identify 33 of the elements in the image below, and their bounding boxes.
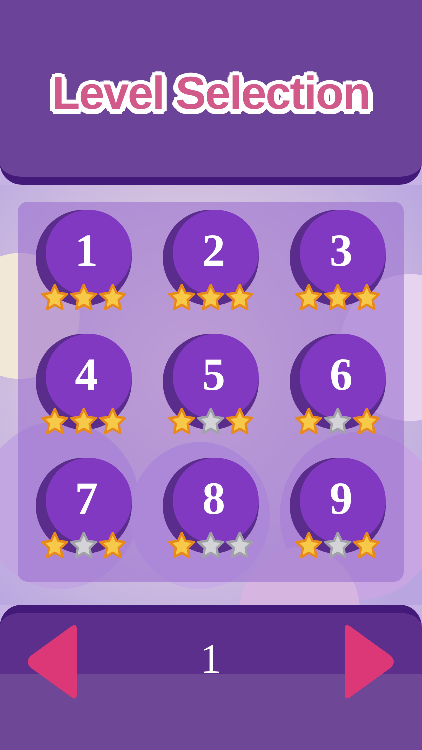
star-icon xyxy=(196,408,225,435)
star-icon xyxy=(98,532,127,559)
star-icon xyxy=(196,284,225,311)
star-icon xyxy=(353,532,382,559)
star-icon xyxy=(168,284,196,311)
star-icon xyxy=(353,408,382,435)
star-icon xyxy=(226,284,254,311)
previous-button[interactable] xyxy=(27,623,79,701)
star-icon xyxy=(70,408,98,435)
next-button[interactable] xyxy=(343,623,395,701)
star-icon xyxy=(324,532,352,559)
star-icon xyxy=(295,284,324,311)
star-icon xyxy=(168,532,196,559)
star-icon xyxy=(295,532,324,559)
star-icon xyxy=(226,408,254,435)
star-icon xyxy=(353,284,382,311)
page-number: 1 xyxy=(200,636,222,681)
star-icon xyxy=(70,284,98,311)
star-icon xyxy=(226,532,254,559)
star-icon xyxy=(40,284,69,311)
star-icon xyxy=(40,408,69,435)
star-icon xyxy=(196,532,225,559)
star-icon xyxy=(70,532,98,559)
star-icon xyxy=(324,284,352,311)
star-icon xyxy=(40,532,69,559)
star-icon xyxy=(295,408,324,435)
right-arrow-icon xyxy=(343,623,395,701)
star-icon xyxy=(98,284,127,311)
star-icon xyxy=(324,408,352,435)
game-title: Level Selection xyxy=(52,70,370,116)
star-icon xyxy=(168,408,196,435)
left-arrow-icon xyxy=(27,623,79,701)
star-icon xyxy=(98,408,127,435)
